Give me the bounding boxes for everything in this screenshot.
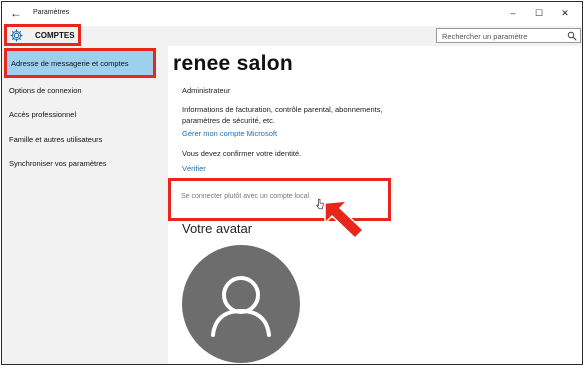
- header: COMPTES Rechercher un paramètre: [2, 24, 582, 46]
- avatar[interactable]: [182, 245, 300, 363]
- account-role: Administrateur: [182, 86, 231, 95]
- search-icon[interactable]: [567, 31, 577, 41]
- close-button[interactable]: ✕: [552, 4, 578, 22]
- verify-link[interactable]: Vérifier: [182, 164, 206, 173]
- local-account-link[interactable]: Se connecter plutôt avec un compte local: [181, 193, 309, 200]
- settings-window: ← Paramètres – ☐ ✕ COMPTES Rechercher un…: [1, 1, 583, 365]
- user-icon: [211, 276, 271, 337]
- avatar-title: Votre avatar: [182, 221, 253, 236]
- search-placeholder: Rechercher un paramètre: [442, 32, 528, 41]
- app-title: Paramètres: [33, 9, 70, 16]
- sidebar-item-label: Adresse de messagerie et comptes: [11, 59, 129, 68]
- section-title: COMPTES: [35, 31, 75, 40]
- sidebar-item-email-accounts[interactable]: Adresse de messagerie et comptes: [4, 48, 156, 78]
- section-title-highlight: COMPTES: [4, 24, 81, 46]
- sidebar-item-sync-settings[interactable]: Synchroniser vos paramètres: [2, 153, 168, 175]
- gear-icon: [10, 29, 23, 42]
- search-input[interactable]: Rechercher un paramètre: [436, 28, 581, 43]
- main-content: renee salon Administrateur Informations …: [168, 46, 582, 364]
- sidebar-item-label: Famille et autres utilisateurs: [9, 135, 103, 144]
- billing-info-text: Informations de facturation, contrôle pa…: [182, 105, 383, 125]
- manage-microsoft-account-link[interactable]: Gérer mon compte Microsoft: [182, 129, 277, 138]
- sidebar-item-work-access[interactable]: Accès professionnel: [2, 104, 168, 126]
- confirm-identity-text: Vous devez confirmer votre identité.: [182, 149, 302, 158]
- title-bar: ← Paramètres – ☐ ✕: [2, 2, 582, 26]
- minimize-button[interactable]: –: [500, 4, 526, 22]
- sidebar: Adresse de messagerie et comptes Options…: [2, 46, 168, 364]
- red-arrow-icon: [324, 200, 365, 239]
- sidebar-item-label: Accès professionnel: [9, 110, 77, 119]
- sidebar-item-sign-in-options[interactable]: Options de connexion: [2, 80, 168, 102]
- sidebar-item-family-users[interactable]: Famille et autres utilisateurs: [2, 129, 168, 151]
- sidebar-item-label: Synchroniser vos paramètres: [9, 159, 107, 168]
- back-button[interactable]: ←: [9, 6, 23, 20]
- user-name: renee salon: [173, 52, 294, 75]
- sidebar-item-label: Options de connexion: [9, 86, 82, 95]
- maximize-button[interactable]: ☐: [526, 4, 552, 22]
